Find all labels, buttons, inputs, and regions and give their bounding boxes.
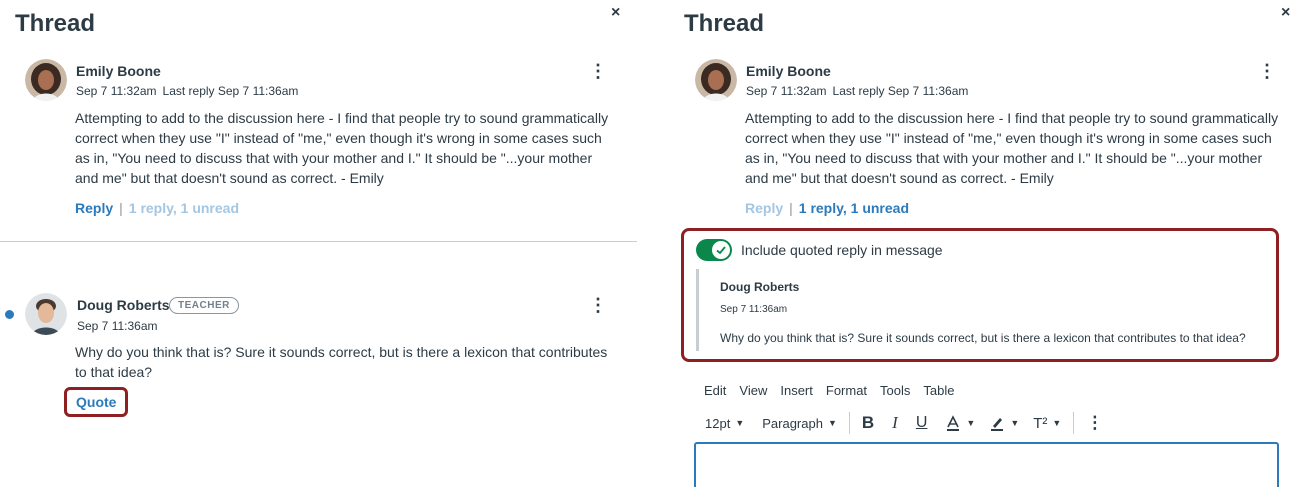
post-author[interactable]: Emily Boone bbox=[76, 63, 161, 79]
bold-button[interactable]: B bbox=[862, 413, 874, 433]
more-toolbar-icon[interactable]: ⋮ bbox=[1086, 413, 1103, 433]
action-separator: | bbox=[119, 200, 123, 216]
quoted-author: Doug Roberts bbox=[720, 280, 800, 294]
chevron-down-icon: ▼ bbox=[1010, 418, 1020, 428]
thread-panel-right: Thread × Emily Boone Sep 7 11:32am Last r… bbox=[670, 0, 1294, 487]
editor-menubar: Edit View Insert Format Tools Table bbox=[704, 383, 967, 398]
post-body: Attempting to add to the discussion here… bbox=[745, 110, 1279, 186]
post-meta: Sep 7 11:32am Last reply Sep 7 11:36am bbox=[76, 84, 298, 98]
more-options-icon[interactable]: ⋮ bbox=[1258, 62, 1276, 80]
block-format-select[interactable]: Paragraph ▼ bbox=[762, 416, 837, 431]
editor-toolbar: 12pt ▼ Paragraph ▼ B I U ▼ ▼ T² ▼ ⋮ bbox=[705, 412, 1103, 434]
chevron-down-icon: ▼ bbox=[1052, 418, 1062, 428]
quoted-reply-highlight: Include quoted reply in message Doug Rob… bbox=[681, 228, 1279, 362]
close-icon[interactable]: × bbox=[611, 4, 620, 22]
chevron-down-icon: ▼ bbox=[735, 418, 745, 428]
quoted-reply: Doug Roberts Sep 7 11:36am Why do you th… bbox=[696, 269, 1266, 351]
replies-link[interactable]: 1 reply, 1 unread bbox=[129, 200, 239, 216]
message-editor[interactable] bbox=[694, 442, 1279, 487]
quoted-date: Sep 7 11:36am bbox=[720, 304, 788, 315]
underline-button[interactable]: U bbox=[916, 414, 928, 432]
include-quote-toggle[interactable] bbox=[696, 239, 732, 261]
checkmark-icon bbox=[712, 241, 730, 259]
include-quote-label: Include quoted reply in message bbox=[741, 242, 943, 258]
post-meta: Sep 7 11:32am Last reply Sep 7 11:36am bbox=[746, 84, 968, 98]
more-options-icon[interactable]: ⋮ bbox=[589, 62, 607, 80]
menu-edit[interactable]: Edit bbox=[704, 383, 726, 398]
toolbar-separator bbox=[848, 412, 850, 434]
text-color-icon bbox=[947, 415, 960, 431]
post-date: Sep 7 11:36am bbox=[77, 319, 158, 333]
menu-table[interactable]: Table bbox=[923, 383, 954, 398]
superscript-button[interactable]: T² ▼ bbox=[1033, 415, 1061, 432]
menu-view[interactable]: View bbox=[739, 383, 767, 398]
post-date: Sep 7 11:32am bbox=[746, 84, 827, 98]
action-separator: | bbox=[789, 200, 793, 216]
menu-insert[interactable]: Insert bbox=[780, 383, 813, 398]
avatar-emily bbox=[25, 59, 67, 101]
reply-link[interactable]: Reply bbox=[745, 200, 783, 216]
superscript-icon: T² bbox=[1033, 414, 1048, 432]
thread-title: Thread bbox=[15, 10, 96, 37]
block-format-value: Paragraph bbox=[762, 415, 823, 431]
toolbar-separator bbox=[1073, 412, 1075, 434]
quote-button[interactable]: Quote bbox=[64, 387, 129, 417]
thread-panel-left: Thread × Emily Boone Sep 7 11:32am Last r… bbox=[0, 0, 640, 487]
highlight-color-button[interactable]: ▼ bbox=[989, 415, 1019, 431]
reply-link[interactable]: Reply bbox=[75, 200, 113, 216]
font-size-select[interactable]: 12pt ▼ bbox=[705, 416, 744, 431]
last-reply: Last reply Sep 7 11:36am bbox=[162, 84, 299, 98]
thread-title: Thread bbox=[684, 10, 765, 37]
post-body: Attempting to add to the discussion here… bbox=[75, 110, 609, 186]
post-author[interactable]: Emily Boone bbox=[746, 63, 831, 79]
avatar-doug bbox=[25, 293, 67, 335]
divider bbox=[0, 241, 637, 242]
text-color-button[interactable]: ▼ bbox=[945, 415, 975, 431]
post-actions: Reply | 1 reply, 1 unread bbox=[75, 200, 239, 216]
chevron-down-icon: ▼ bbox=[827, 418, 837, 428]
post-body: Why do you think that is? Sure it sounds… bbox=[75, 344, 608, 380]
font-size-value: 12pt bbox=[705, 415, 731, 431]
post-actions: Reply | 1 reply, 1 unread bbox=[745, 200, 909, 216]
quoted-text: Why do you think that is? Sure it sounds… bbox=[720, 331, 1246, 345]
replies-link[interactable]: 1 reply, 1 unread bbox=[799, 200, 909, 216]
italic-button[interactable]: I bbox=[892, 413, 898, 433]
post-author[interactable]: Doug Roberts bbox=[77, 297, 170, 313]
close-icon[interactable]: × bbox=[1281, 4, 1290, 22]
avatar-emily bbox=[695, 59, 737, 101]
unread-indicator bbox=[5, 310, 14, 319]
post-date: Sep 7 11:32am bbox=[76, 84, 157, 98]
more-options-icon[interactable]: ⋮ bbox=[589, 296, 607, 314]
last-reply: Last reply Sep 7 11:36am bbox=[832, 84, 969, 98]
chevron-down-icon: ▼ bbox=[966, 418, 976, 428]
menu-tools[interactable]: Tools bbox=[880, 383, 910, 398]
teacher-badge: TEACHER bbox=[169, 297, 239, 314]
menu-format[interactable]: Format bbox=[826, 383, 867, 398]
highlighter-icon bbox=[991, 418, 1004, 431]
